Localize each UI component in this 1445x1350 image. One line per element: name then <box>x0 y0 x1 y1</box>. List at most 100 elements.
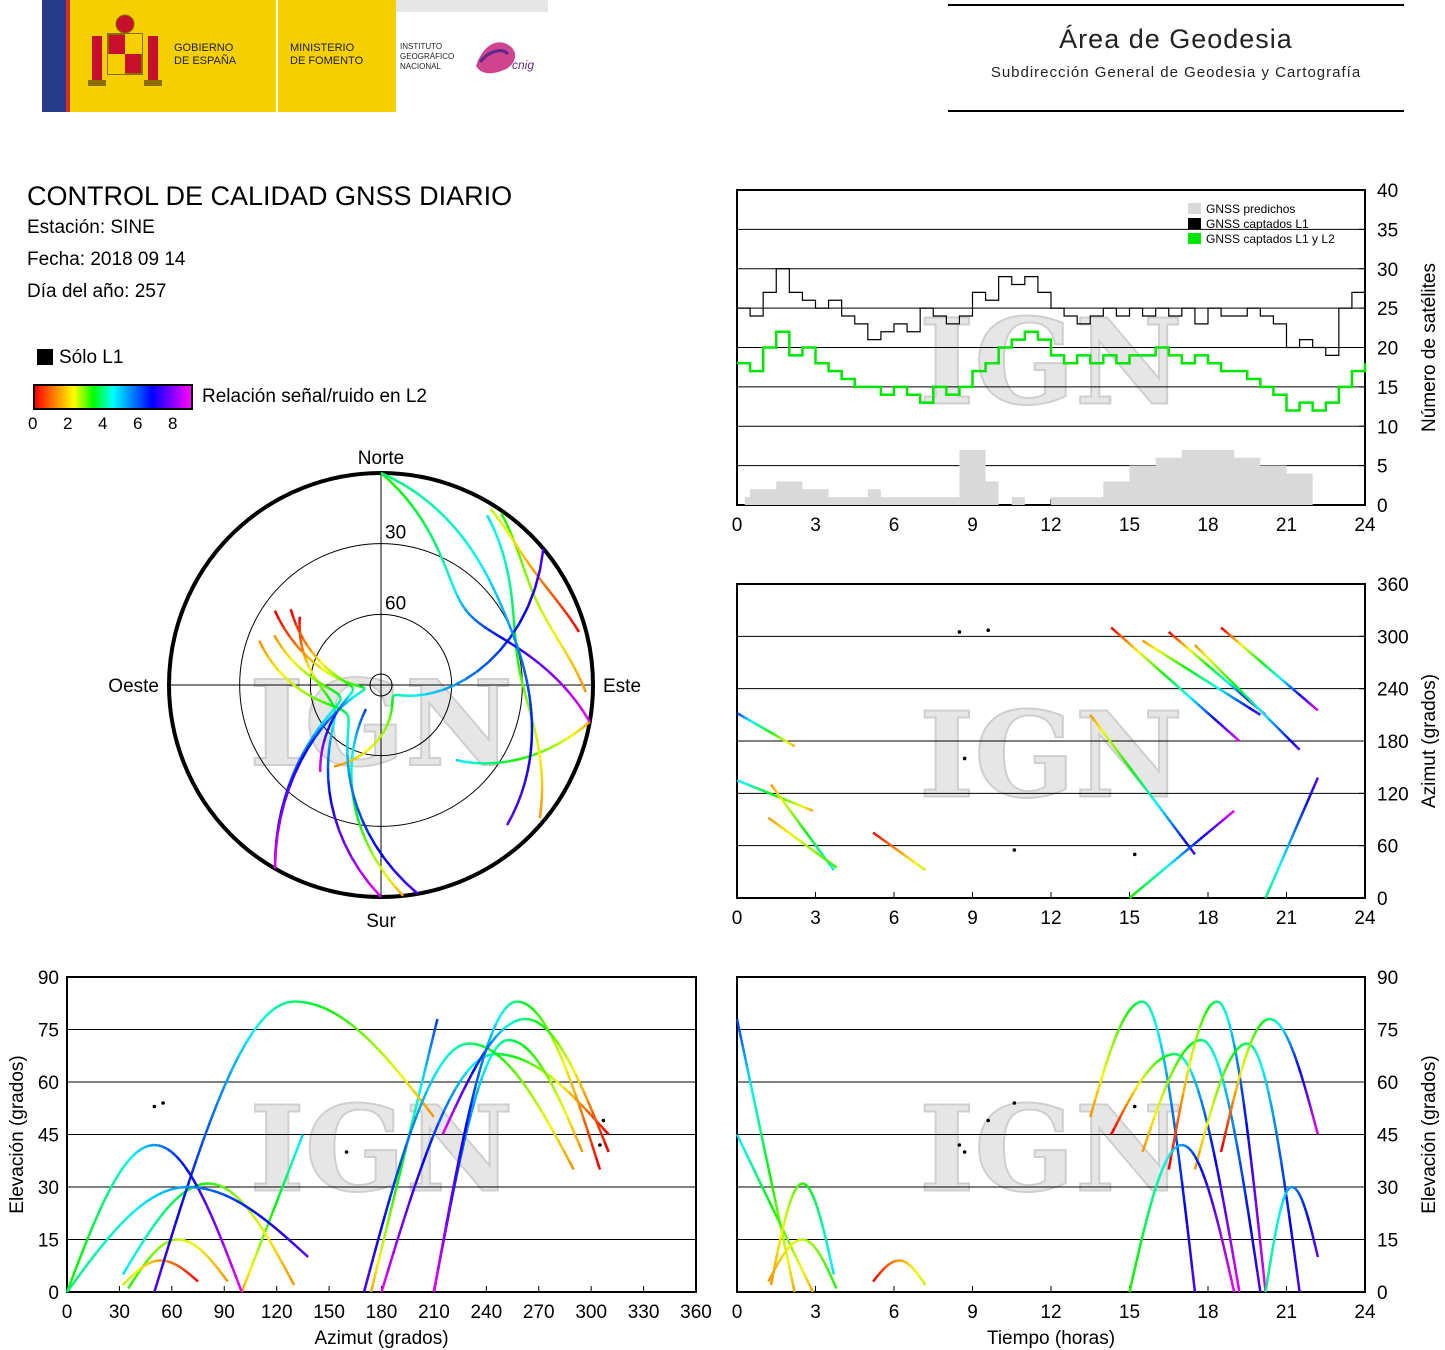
elevation-time-segment <box>1212 1205 1218 1216</box>
skyplot-track-segment <box>525 576 530 582</box>
skyplot-track-segment <box>332 689 337 694</box>
azimuth-track-segment <box>1312 705 1317 710</box>
skyplot-track-segment <box>527 581 532 587</box>
azimuth-track-segment <box>1289 837 1293 842</box>
skyplot-track-segment <box>380 868 387 875</box>
elevation-time-segment <box>777 1220 782 1226</box>
y-axis-label: Número de satélites <box>1419 263 1440 432</box>
elevation-time-segment <box>831 1267 836 1275</box>
elevation-time-segment <box>1201 1038 1205 1042</box>
azimuth-track-segment <box>1206 680 1211 685</box>
elevation-time-segment <box>1290 1233 1296 1254</box>
x-tick-label: 21 <box>1276 908 1297 929</box>
azimuth-track-segment <box>905 855 908 858</box>
azimuth-track-segment <box>1266 666 1271 670</box>
elevation-azimuth-segment <box>174 1263 178 1267</box>
skyplot-track-segment <box>425 499 437 510</box>
elevation-time-segment <box>821 1259 826 1264</box>
skyplot-track-segment <box>338 695 342 699</box>
skyplot-track-segment <box>510 537 515 543</box>
azimuth-track-segment <box>1233 683 1238 688</box>
azimuth-track-segment <box>828 861 833 865</box>
skyplot-track-segment <box>352 743 356 750</box>
skyplot-track-segment <box>501 524 507 530</box>
skyplot-track-segment <box>504 760 509 764</box>
azimuth-track-segment <box>1298 816 1303 821</box>
elevation-time-segment <box>1102 1064 1108 1074</box>
elevation-time-segment <box>1240 1086 1246 1104</box>
elevation-time-segment <box>809 1287 815 1293</box>
north-label: Norte <box>358 448 404 469</box>
elevation-time-segment <box>824 1239 829 1247</box>
elevation-time-segment <box>905 1261 908 1265</box>
azimuth-track-segment <box>1209 682 1214 687</box>
azimuth-track-segment <box>1139 886 1144 891</box>
elevation-time-segment <box>1299 1073 1305 1083</box>
elevation-azimuth-segment <box>441 1054 449 1064</box>
elevation-time-segment <box>1154 1023 1160 1034</box>
skyplot-track-segment <box>292 616 298 626</box>
skyplot-track-segment <box>571 621 576 626</box>
elevation-azimuth-segment <box>142 1264 147 1268</box>
skyplot-track-segment <box>525 559 530 564</box>
elevation-time-segment <box>807 1187 812 1192</box>
elevation-azimuth-segment <box>566 1116 573 1127</box>
elevation-azimuth-segment <box>495 1015 502 1025</box>
azimuth-track-segment <box>1212 662 1217 667</box>
elevation-azimuth-segment <box>113 1172 121 1181</box>
skyplot-track-segment <box>517 663 521 670</box>
elevation-time-segment <box>772 1267 777 1273</box>
skyplot-track-segment <box>516 657 520 664</box>
elevation-time-segment <box>756 1177 761 1183</box>
skyplot-track-segment <box>451 524 461 535</box>
y-tick-label: 25 <box>1377 299 1398 320</box>
elevation-azimuth-segment <box>529 1051 536 1058</box>
elevation-time-segment <box>738 1032 743 1040</box>
skyplot-track-segment <box>562 737 568 742</box>
azimuth-track-segment <box>810 847 814 852</box>
skyplot-track-segment <box>498 635 506 641</box>
azimuth-track-segment <box>775 734 778 738</box>
azimuth-track-segment <box>780 737 784 741</box>
azimuth-track-segment <box>833 865 838 869</box>
elevation-time-segment <box>1209 1046 1215 1053</box>
azimuth-track-segment <box>1144 641 1150 646</box>
skyplot-track-segment <box>458 533 468 544</box>
elevation-time-segment <box>913 1269 918 1273</box>
azimuth-track-segment <box>787 807 791 811</box>
elevation-azimuth-segment <box>137 1268 141 1272</box>
azimuth-track-segment <box>1272 876 1276 881</box>
azimuth-track-segment <box>747 718 751 722</box>
elevation-azimuth-segment <box>209 1258 214 1264</box>
elevation-azimuth-segment <box>129 1280 135 1286</box>
skyplot-track-segment <box>470 615 476 621</box>
elevation-azimuth-segment <box>280 1260 287 1270</box>
azimuth-track-segment <box>804 830 809 835</box>
azimuth-track-segment <box>1225 728 1231 734</box>
azimuth-track-segment <box>783 739 787 743</box>
l1-only-mark <box>152 1104 157 1109</box>
azimuth-track-segment <box>1167 631 1172 635</box>
elevation-azimuth-segment <box>146 1262 150 1266</box>
elevation-time-segment <box>763 1148 768 1156</box>
azimuth-track-segment <box>1141 883 1147 889</box>
azimuth-track-segment <box>1300 695 1305 699</box>
elevation-azimuth-segment <box>528 1061 536 1067</box>
skyplot-track-segment <box>559 739 565 744</box>
azimuth-track-segment <box>1196 655 1202 660</box>
azimuth-track-segment <box>1297 819 1301 824</box>
skyplot-track-segment <box>455 758 460 762</box>
azimuth-track-segment <box>1229 634 1234 639</box>
skyplot-track-segment <box>351 682 357 687</box>
elevation-azimuth-segment <box>500 1039 506 1045</box>
elevation-azimuth-segment <box>245 1275 250 1281</box>
skyplot-track-segment <box>362 686 365 690</box>
elevation-time-segment <box>1253 1049 1259 1057</box>
azimuth-track-segment <box>1148 660 1154 666</box>
skyplot-track-segment <box>329 733 333 742</box>
elevation-azimuth-segment <box>335 1013 344 1020</box>
azimuth-track-segment <box>788 809 793 814</box>
azimuth-track-segment <box>1218 674 1223 679</box>
elevation-time-segment <box>1241 1057 1247 1066</box>
elevation-time-segment <box>800 1267 805 1273</box>
